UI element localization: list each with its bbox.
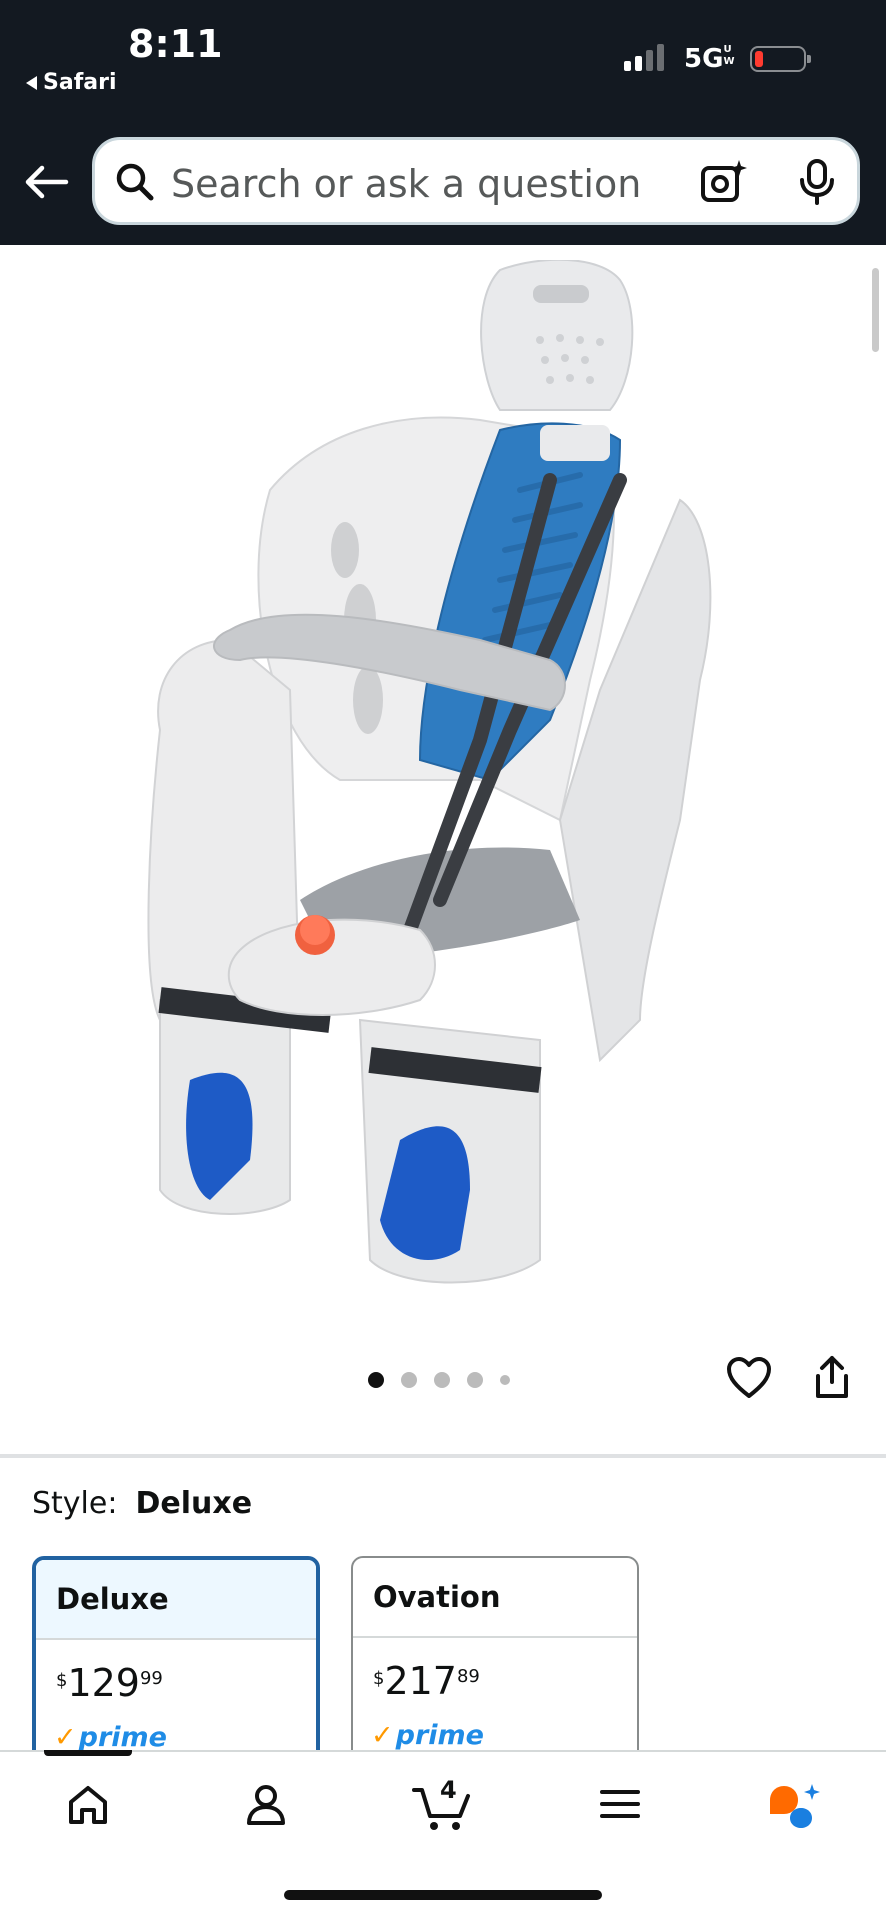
option-name: Deluxe bbox=[36, 1560, 316, 1640]
home-indicator bbox=[284, 1890, 602, 1900]
prime-badge: ✓ prime bbox=[371, 1720, 484, 1751]
page-dot-1[interactable] bbox=[368, 1372, 384, 1388]
back-arrow-icon[interactable] bbox=[22, 160, 70, 204]
heart-icon[interactable] bbox=[726, 1356, 772, 1400]
search-input[interactable]: Search or ask a question bbox=[171, 162, 641, 206]
prime-check-icon: ✓ bbox=[54, 1722, 77, 1753]
share-icon[interactable] bbox=[812, 1354, 852, 1400]
image-pagination[interactable] bbox=[368, 1372, 510, 1388]
network-label: 5GUW bbox=[684, 44, 735, 74]
option-price: $129 99 bbox=[56, 1661, 163, 1705]
search-icon bbox=[116, 163, 154, 201]
page-dot-3[interactable] bbox=[434, 1372, 450, 1388]
top-bar: 8:11 Safari 5GUW Search or ask a questio… bbox=[0, 0, 886, 245]
section-divider bbox=[0, 1454, 886, 1458]
option-price: $217 89 bbox=[373, 1659, 480, 1703]
menu-icon[interactable] bbox=[598, 1782, 642, 1826]
battery-icon bbox=[750, 46, 811, 72]
style-row: Style: Deluxe bbox=[32, 1486, 252, 1521]
rufus-icon[interactable] bbox=[766, 1782, 822, 1832]
back-triangle-icon bbox=[26, 75, 37, 90]
prime-badge: ✓ prime bbox=[54, 1722, 167, 1753]
page-dot-4[interactable] bbox=[467, 1372, 483, 1388]
style-option-ovation[interactable]: Ovation $217 89 ✓ prime bbox=[351, 1556, 639, 1776]
signal-icon bbox=[624, 44, 664, 71]
status-time: 8:11 bbox=[128, 22, 223, 66]
cart-button[interactable]: 4 bbox=[412, 1776, 474, 1832]
back-to-safari[interactable]: Safari bbox=[26, 70, 117, 95]
home-icon[interactable] bbox=[66, 1782, 110, 1826]
page-dot-5[interactable] bbox=[500, 1375, 510, 1385]
product-image[interactable] bbox=[120, 260, 740, 1300]
scrollbar[interactable] bbox=[872, 268, 879, 352]
page-dot-2[interactable] bbox=[401, 1372, 417, 1388]
cart-count: 4 bbox=[440, 1776, 457, 1804]
style-option-deluxe[interactable]: Deluxe $129 99 ✓ prime bbox=[32, 1556, 320, 1776]
option-name: Ovation bbox=[353, 1558, 637, 1638]
style-label: Style: bbox=[32, 1486, 118, 1521]
network-suffix: UW bbox=[723, 44, 735, 67]
camera-icon[interactable] bbox=[699, 158, 747, 206]
back-app-label: Safari bbox=[43, 70, 117, 95]
account-icon[interactable] bbox=[244, 1782, 288, 1826]
nav-active-indicator bbox=[44, 1750, 132, 1756]
microphone-icon[interactable] bbox=[795, 158, 839, 206]
search-bar[interactable]: Search or ask a question bbox=[92, 137, 860, 225]
style-value: Deluxe bbox=[135, 1486, 253, 1521]
prime-check-icon: ✓ bbox=[371, 1720, 394, 1751]
